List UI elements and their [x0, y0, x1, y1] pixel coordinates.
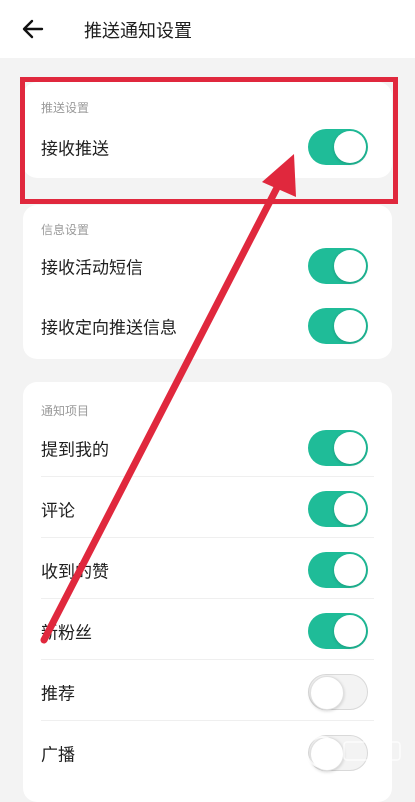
setting-row-likes: 收到的赞 — [23, 541, 392, 599]
toggle-knob — [334, 615, 366, 647]
toggle-knob — [334, 554, 366, 586]
setting-row-recommend: 推荐 — [23, 663, 392, 721]
broadcast-toggle[interactable] — [308, 735, 368, 771]
setting-row-mentions: 提到我的 — [23, 419, 392, 477]
notification-items-card: 通知项目 提到我的 评论 收到的赞 新粉丝 推荐 广播 — [23, 382, 392, 802]
setting-label: 接收定向推送信息 — [41, 318, 177, 339]
toggle-knob — [334, 493, 366, 525]
top-bar: 推送通知设置 — [0, 0, 415, 58]
message-settings-card: 信息设置 接收活动短信 接收定向推送信息 — [23, 205, 392, 359]
row-divider — [41, 720, 374, 721]
setting-label: 接收活动短信 — [41, 258, 143, 279]
setting-row-new-followers: 新粉丝 — [23, 602, 392, 660]
setting-row-broadcast: 广播 — [23, 724, 392, 782]
mentions-toggle[interactable] — [308, 430, 368, 466]
toggle-knob — [334, 131, 366, 163]
push-settings-card: 推送设置 接收推送 — [23, 82, 392, 178]
targeted-push-toggle[interactable] — [308, 308, 368, 344]
section-label-message: 信息设置 — [41, 223, 90, 237]
section-label-push: 推送设置 — [41, 101, 90, 115]
page-title: 推送通知设置 — [84, 21, 192, 42]
setting-label: 广播 — [41, 745, 75, 766]
toggle-knob — [334, 432, 366, 464]
row-divider — [41, 659, 374, 660]
activity-sms-toggle[interactable] — [308, 248, 368, 284]
setting-label: 评论 — [41, 501, 75, 522]
back-button[interactable] — [20, 16, 46, 42]
receive-push-toggle[interactable] — [308, 129, 368, 165]
recommend-toggle[interactable] — [308, 674, 368, 710]
toggle-knob — [310, 737, 344, 771]
setting-label: 新粉丝 — [41, 623, 92, 644]
row-divider — [41, 537, 374, 538]
setting-label: 提到我的 — [41, 440, 109, 461]
toggle-knob — [334, 250, 366, 282]
setting-row-receive-push: 接收推送 — [23, 118, 392, 176]
setting-row-targeted-push: 接收定向推送信息 — [23, 297, 392, 355]
toggle-knob — [334, 310, 366, 342]
setting-row-activity-sms: 接收活动短信 — [23, 237, 392, 295]
new-followers-toggle[interactable] — [308, 613, 368, 649]
setting-row-comments: 评论 — [23, 480, 392, 538]
row-divider — [41, 476, 374, 477]
likes-toggle[interactable] — [308, 552, 368, 588]
arrow-left-icon — [22, 19, 44, 39]
comments-toggle[interactable] — [308, 491, 368, 527]
setting-label: 推荐 — [41, 684, 75, 705]
setting-label: 接收推送 — [41, 139, 109, 160]
section-label-notify: 通知项目 — [41, 404, 90, 418]
setting-label: 收到的赞 — [41, 562, 109, 583]
row-divider — [41, 598, 374, 599]
toggle-knob — [310, 676, 344, 710]
